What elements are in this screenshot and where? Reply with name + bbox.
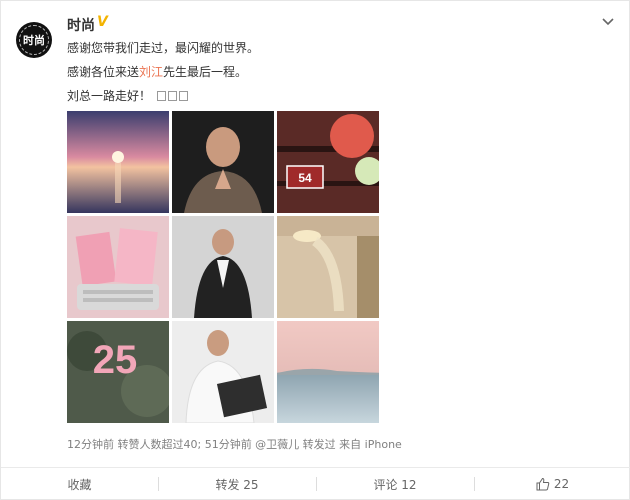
username[interactable]: 时尚 <box>67 15 95 35</box>
photo-calm-sea[interactable] <box>277 321 379 423</box>
photo-man-reading[interactable] <box>172 321 274 423</box>
photo-magazine-typewriter[interactable] <box>67 216 169 318</box>
emoji-icon <box>156 91 166 101</box>
balloon-number-label: 25 <box>93 338 138 382</box>
divider <box>1 467 630 468</box>
chevron-down-icon[interactable] <box>601 15 615 29</box>
avatar[interactable]: 时尚 <box>16 22 52 58</box>
post-text-line2: 感谢各位来送刘江先生最后一程。 <box>67 64 247 80</box>
repost-button[interactable]: 转发 25 <box>158 469 316 499</box>
emoji-icon <box>167 91 177 101</box>
line2-suffix: 先生最后一程。 <box>163 65 248 79</box>
collect-label: 收藏 <box>67 477 92 492</box>
comment-button[interactable]: 评论 12 <box>316 469 474 499</box>
like-button[interactable]: 22 <box>474 469 630 499</box>
photo-chandelier[interactable] <box>277 216 379 318</box>
mention-link[interactable]: 刘江 <box>139 65 163 79</box>
post-text-line1: 感谢您带我们走过，最闪耀的世界。 <box>67 41 260 55</box>
photo-man-suit[interactable] <box>172 216 274 318</box>
repost-label: 转发 25 <box>215 477 259 492</box>
weibo-post-card: 时尚 时尚 V 感谢您带我们走过，最闪耀的世界。 感谢各位来送刘江先生最后一程。… <box>0 0 630 500</box>
collect-button[interactable]: 收藏 <box>1 469 158 499</box>
door-number-label: 54 <box>298 171 312 185</box>
thumbs-up-icon <box>536 477 550 491</box>
photo-balloon-25[interactable]: 25 <box>67 321 169 423</box>
photo-sunset-sea[interactable] <box>67 111 169 213</box>
photo-man-praying[interactable] <box>172 111 274 213</box>
line2-prefix: 感谢各位来送 <box>67 65 140 79</box>
emoji-icon <box>178 91 188 101</box>
post-meta: 12分钟前 转赞人数超过40; 51分钟前 @卫薇儿 转发过 来自 iPhone <box>67 438 402 451</box>
like-count: 22 <box>553 477 570 491</box>
photo-door-54[interactable]: 54 <box>277 111 379 213</box>
comment-label: 评论 12 <box>373 477 417 492</box>
avatar-text: 时尚 <box>23 34 45 47</box>
line3-text: 刘总一路走好！ <box>67 89 152 103</box>
post-text-line3: 刘总一路走好！ <box>67 88 188 104</box>
verified-icon: V <box>97 14 108 30</box>
photo-grid: 54 25 <box>67 111 379 423</box>
